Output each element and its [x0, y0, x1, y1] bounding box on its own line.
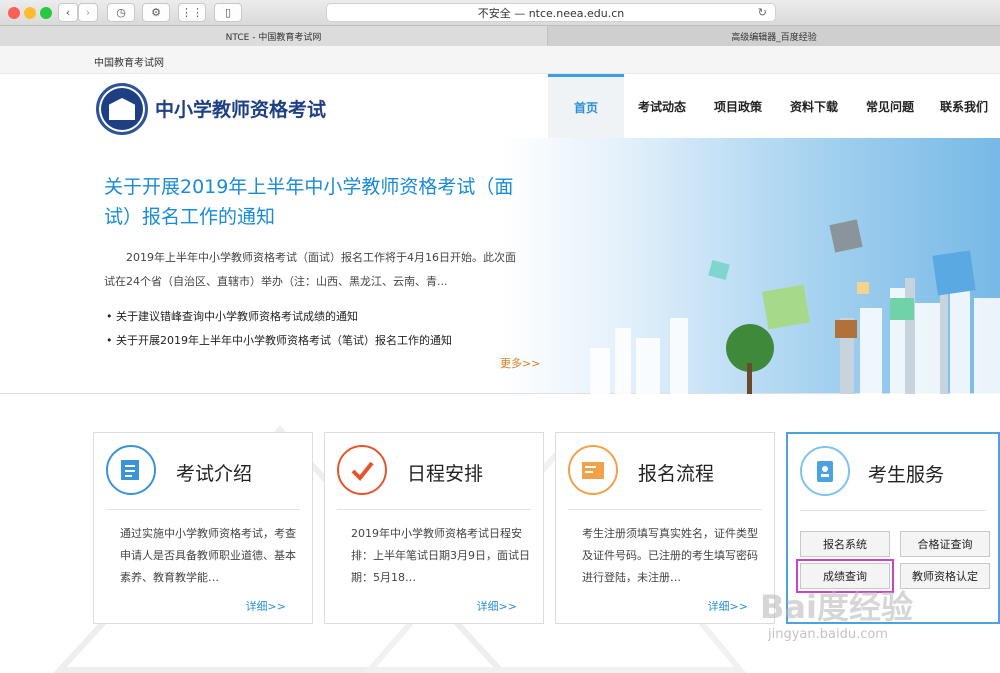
- site-title[interactable]: 中小学教师资格考试: [155, 95, 326, 122]
- main-nav: 首页 考试动态 项目政策 资料下载 常见问题 联系我们: [548, 74, 1000, 138]
- site-logo[interactable]: [96, 83, 148, 135]
- card-exam-intro[interactable]: 考试介绍 通过实施中小学教师资格考试，考查申请人是否具备教师职业道德、基本素养、…: [93, 432, 313, 624]
- form-icon: [568, 445, 618, 495]
- document-icon: [106, 445, 156, 495]
- tab-ntce[interactable]: NTCE - 中国教育考试网: [0, 26, 548, 46]
- teacher-certification-button[interactable]: 教师资格认定: [900, 563, 990, 589]
- divider: [106, 509, 300, 510]
- sidebar-icon[interactable]: ▯: [214, 3, 242, 22]
- card-title: 日程安排: [407, 463, 484, 485]
- forward-button[interactable]: ›: [78, 3, 98, 22]
- address-bar[interactable]: 不安全 — ntce.neea.edu.cn ↻: [326, 3, 776, 22]
- panel-title: 考生服务: [868, 464, 945, 486]
- card-text: 考生注册须填写真实姓名，证件类型及证件号码。已注册的考生填写密码进行登陆，未注册…: [582, 527, 758, 584]
- card-registration-process[interactable]: 报名流程 考生注册须填写真实姓名，证件类型及证件号码。已注册的考生填写密码进行登…: [555, 432, 775, 624]
- address-book-icon: [800, 446, 850, 496]
- site-header: 中小学教师资格考试 首页 考试动态 项目政策 资料下载 常见问题 联系我们: [0, 74, 1000, 138]
- nav-policy[interactable]: 项目政策: [700, 74, 776, 138]
- divider: [800, 510, 986, 511]
- nav-faq[interactable]: 常见问题: [852, 74, 928, 138]
- divider: [337, 509, 531, 510]
- news-banner: 关于开展2019年上半年中小学教师资格考试（面试）报名工作的通知 2019年上半…: [0, 138, 1000, 394]
- address-text: 不安全 — ntce.neea.edu.cn: [477, 6, 625, 20]
- card-text: 2019年中小学教师资格考试日程安排：上半年笔试日期3月9日，面试日期：5月18…: [351, 527, 530, 584]
- card-more-link[interactable]: 详细>>: [708, 598, 748, 614]
- headline-summary: 2019年上半年中小学教师资格考试（面试）报名工作将于4月16日开始。此次面试在…: [104, 251, 516, 288]
- headline-link[interactable]: 关于开展2019年上半年中小学教师资格考试（面试）报名工作的通知: [104, 172, 524, 232]
- card-more-link[interactable]: 详细>>: [477, 598, 517, 614]
- parent-site-link[interactable]: 中国教育考试网: [94, 54, 164, 69]
- card-text: 通过实施中小学教师资格考试，考查申请人是否具备教师职业道德、基本素养、教育教学能…: [120, 527, 296, 584]
- news-link[interactable]: • 关于建议错峰查询中小学教师资格考试成绩的通知: [106, 308, 358, 324]
- registration-system-button[interactable]: 报名系统: [800, 531, 890, 557]
- back-button[interactable]: ‹: [58, 3, 78, 22]
- gear-icon[interactable]: ⚙: [142, 3, 170, 22]
- divider: [568, 509, 762, 510]
- nav-exam-news[interactable]: 考试动态: [624, 74, 700, 138]
- site-topbar: 中国教育考试网: [0, 46, 1000, 74]
- nav-home[interactable]: 首页: [548, 74, 624, 138]
- card-title: 考试介绍: [176, 463, 253, 485]
- tab-label: NTCE - 中国教育考试网: [225, 32, 322, 43]
- tab-baidu[interactable]: 高级编辑器_百度经验: [548, 26, 1000, 46]
- reload-icon[interactable]: ↻: [758, 6, 767, 19]
- nav-contact[interactable]: 联系我们: [928, 74, 1000, 138]
- more-news-link[interactable]: 更多>>: [500, 355, 540, 371]
- card-more-link[interactable]: 详细>>: [246, 598, 286, 614]
- card-title: 报名流程: [638, 463, 715, 485]
- baidu-watermark-url: jingyan.baidu.com: [768, 627, 888, 642]
- nav-downloads[interactable]: 资料下载: [776, 74, 852, 138]
- history-icon[interactable]: ◷: [107, 3, 135, 22]
- baidu-watermark: Bai度经验: [760, 588, 913, 626]
- banner-illustration: [590, 219, 1000, 394]
- certificate-query-button[interactable]: 合格证查询: [900, 531, 990, 557]
- zoom-window-button[interactable]: [40, 7, 52, 19]
- browser-toolbar: ‹ › ◷ ⚙ ⋮⋮ ▯ 不安全 — ntce.neea.edu.cn ↻: [0, 0, 1000, 26]
- tab-bar: NTCE - 中国教育考试网 高级编辑器_百度经验: [0, 26, 1000, 46]
- card-schedule[interactable]: 日程安排 2019年中小学教师资格考试日程安排：上半年笔试日期3月9日，面试日期…: [324, 432, 544, 624]
- grid-icon[interactable]: ⋮⋮: [178, 3, 206, 22]
- tab-label: 高级编辑器_百度经验: [731, 32, 817, 43]
- news-link[interactable]: • 关于开展2019年上半年中小学教师资格考试（笔试）报名工作的通知: [106, 332, 452, 348]
- checkmark-icon: [337, 445, 387, 495]
- close-window-button[interactable]: [8, 7, 20, 19]
- minimize-window-button[interactable]: [24, 7, 36, 19]
